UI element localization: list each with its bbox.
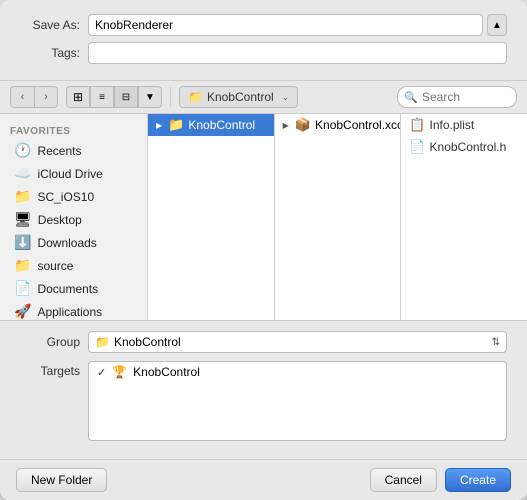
- column-view-button[interactable]: ⊟: [114, 86, 138, 108]
- favorites-section-label: Favorites: [0, 122, 147, 139]
- sidebar-item-documents[interactable]: 📄 Documents: [4, 277, 143, 300]
- documents-label: Documents: [37, 282, 98, 296]
- file-panels: ▶ 📁 KnobControl ▶ 📦 KnobControl.xcodepro…: [148, 114, 527, 320]
- cancel-button[interactable]: Cancel: [370, 468, 437, 492]
- sidebar-item-icloud[interactable]: ☁️ iCloud Drive: [4, 162, 143, 185]
- expand-collapse-button[interactable]: ▲: [487, 14, 507, 36]
- toolbar: ‹ › ⊞ ≡ ⊟ ▼ 📁 KnobControl ⌄ 🔍: [0, 81, 527, 114]
- right-panel-item-plist: 📋 Info.plist: [401, 114, 527, 136]
- h-file-name: KnobControl.h: [430, 140, 507, 154]
- save-as-input[interactable]: [88, 14, 483, 36]
- target-icon: 🏆: [112, 365, 127, 379]
- target-name: KnobControl: [133, 365, 200, 379]
- group-dropdown-arrow: ⇅: [492, 337, 500, 348]
- toolbar-separator: [170, 87, 171, 107]
- sidebar-item-desktop[interactable]: 🖥 Desktop: [4, 208, 143, 231]
- icon-view-button[interactable]: ⊞: [66, 86, 90, 108]
- main-content: Favorites 🕐 Recents ☁️ iCloud Drive 📁 SC…: [0, 114, 527, 320]
- sidebar-item-sc-ios10[interactable]: 📁 SC_iOS10: [4, 185, 143, 208]
- group-dropdown[interactable]: 📁 KnobControl ⇅: [88, 331, 507, 353]
- search-input[interactable]: [397, 86, 517, 108]
- sc-ios10-icon: 📁: [14, 188, 31, 205]
- back-icon: ‹: [21, 91, 25, 103]
- downloads-label: Downloads: [37, 236, 96, 250]
- sc-ios10-label: SC_iOS10: [37, 190, 94, 204]
- file-item-knobcontrol[interactable]: ▶ 📁 KnobControl: [148, 114, 274, 136]
- group-row: Group 📁 KnobControl ⇅: [20, 331, 507, 353]
- file-panel-3: 📋 Info.plist 📄 KnobControl.h: [401, 114, 527, 320]
- recents-icon: 🕐: [14, 142, 31, 159]
- source-icon: 📁: [14, 257, 31, 274]
- targets-list: ✓ 🏆 KnobControl: [88, 361, 507, 441]
- file-panel-2: ▶ 📦 KnobControl.xcodeproj: [275, 114, 402, 320]
- search-wrapper: 🔍: [397, 86, 517, 108]
- save-as-label: Save As:: [20, 18, 80, 32]
- group-label: Group: [20, 335, 80, 349]
- arrow-icon-2: ▶: [283, 121, 289, 130]
- footer: New Folder Cancel Create: [0, 459, 527, 500]
- top-form-area: Save As: ▲ Tags:: [0, 0, 527, 81]
- arrow-icon: ▶: [156, 121, 162, 130]
- knobcontrol-folder-icon: 📁: [168, 117, 184, 133]
- tags-row: Tags:: [20, 42, 507, 64]
- documents-icon: 📄: [14, 280, 31, 297]
- plist-name: Info.plist: [430, 118, 475, 132]
- recents-label: Recents: [37, 144, 81, 158]
- targets-row: Targets ✓ 🏆 KnobControl: [20, 361, 507, 441]
- xcodeproj-icon: 📦: [295, 117, 311, 133]
- desktop-label: Desktop: [38, 213, 82, 227]
- applications-icon: 🚀: [14, 303, 31, 320]
- file-panel-1: ▶ 📁 KnobControl: [148, 114, 275, 320]
- right-panel-item-h: 📄 KnobControl.h: [401, 136, 527, 158]
- sidebar-item-downloads[interactable]: ⬇️ Downloads: [4, 231, 143, 254]
- list-view-button[interactable]: ≡: [90, 86, 114, 108]
- group-folder-icon: 📁: [95, 335, 110, 349]
- bottom-options: Group 📁 KnobControl ⇅ Targets ✓ 🏆 KnobCo…: [0, 320, 527, 459]
- knobcontrol-name: KnobControl: [188, 118, 255, 132]
- group-value: KnobControl: [114, 335, 181, 349]
- forward-button[interactable]: ›: [34, 86, 58, 108]
- chevron-icon: ▲: [492, 20, 502, 31]
- plist-icon: 📋: [409, 117, 425, 133]
- path-dropdown[interactable]: 📁 KnobControl ⌄: [179, 86, 298, 108]
- file-item-xcodeproj[interactable]: ▶ 📦 KnobControl.xcodeproj: [275, 114, 401, 136]
- view-toggle: ⊞ ≡ ⊟ ▼: [66, 86, 162, 108]
- back-button[interactable]: ‹: [10, 86, 34, 108]
- applications-label: Applications: [37, 305, 102, 319]
- tags-label: Tags:: [20, 46, 80, 60]
- source-label: source: [37, 259, 73, 273]
- new-folder-button[interactable]: New Folder: [16, 468, 107, 492]
- icloud-icon: ☁️: [14, 165, 31, 182]
- folder-icon: 📁: [188, 90, 203, 104]
- more-view-button[interactable]: ▼: [138, 86, 162, 108]
- tags-input[interactable]: [88, 42, 507, 64]
- footer-right-buttons: Cancel Create: [370, 468, 511, 492]
- sidebar-item-recents[interactable]: 🕐 Recents: [4, 139, 143, 162]
- forward-icon: ›: [44, 91, 48, 103]
- sidebar-item-applications[interactable]: 🚀 Applications: [4, 300, 143, 320]
- icloud-label: iCloud Drive: [37, 167, 102, 181]
- save-as-row: Save As: ▲: [20, 14, 507, 36]
- downloads-icon: ⬇️: [14, 234, 31, 251]
- targets-label: Targets: [20, 361, 80, 378]
- sidebar-item-source[interactable]: 📁 source: [4, 254, 143, 277]
- path-label: KnobControl: [207, 90, 274, 104]
- xcodeproj-name: KnobControl.xcodeproj: [315, 118, 401, 132]
- target-item-knobcontrol[interactable]: ✓ 🏆 KnobControl: [89, 362, 506, 382]
- save-dialog: Save As: ▲ Tags: ‹ › ⊞ ≡ ⊟ ▼: [0, 0, 527, 500]
- sidebar: Favorites 🕐 Recents ☁️ iCloud Drive 📁 SC…: [0, 114, 148, 320]
- checkmark-icon: ✓: [97, 366, 106, 379]
- desktop-icon: 🖥: [14, 211, 32, 228]
- dropdown-chevron: ⌄: [282, 92, 290, 103]
- create-button[interactable]: Create: [445, 468, 511, 492]
- h-file-icon: 📄: [409, 139, 425, 155]
